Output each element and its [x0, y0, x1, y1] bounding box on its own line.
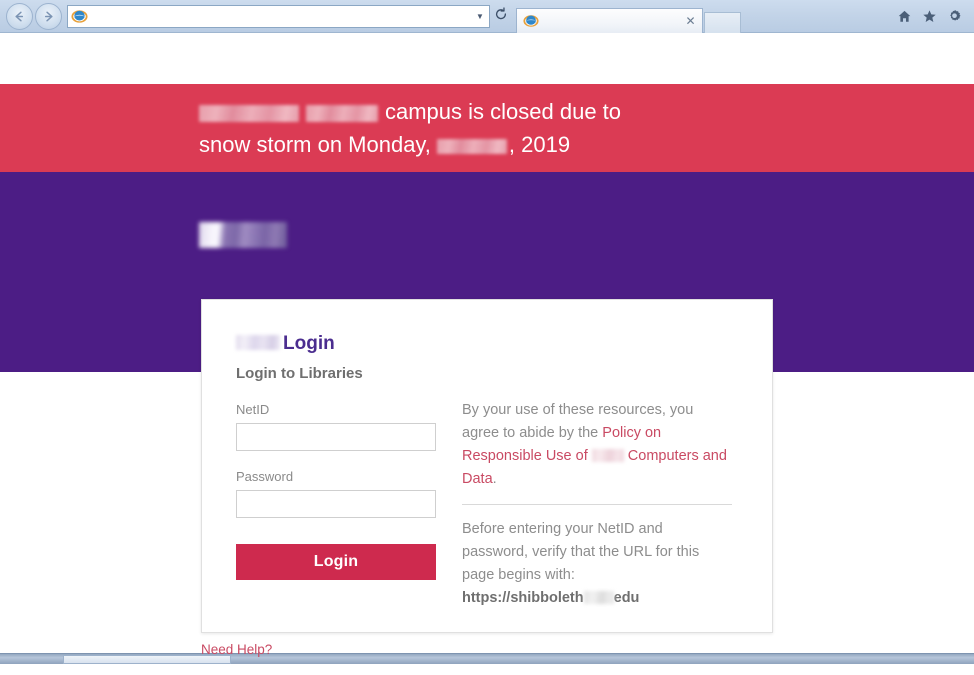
info-panel: By your use of these resources, you agre… [436, 300, 772, 632]
tab-strip: ✕ [516, 0, 741, 34]
login-heading: Login [236, 333, 436, 355]
alert-year: , 2019 [508, 132, 571, 157]
close-icon[interactable]: ✕ [683, 14, 698, 29]
url-prefix: https://shibboleth [462, 590, 584, 606]
login-form-column: Login Login to Libraries NetID Password … [202, 300, 436, 632]
windows-taskbar [0, 653, 974, 664]
alert-message: campus is closed due to snow storm on Mo… [199, 95, 621, 161]
shibboleth-url: https://shibboleth edu [462, 590, 639, 606]
internet-explorer-icon [68, 6, 90, 27]
browser-chrome: ▼ ✕ [0, 0, 974, 34]
refresh-button[interactable] [490, 3, 512, 30]
home-icon[interactable] [897, 9, 912, 24]
internet-explorer-icon [521, 11, 541, 31]
password-label: Password [236, 469, 294, 484]
redacted-org-name [591, 448, 624, 462]
verify-url-paragraph: Before entering your NetID and password,… [462, 518, 732, 610]
info-divider [462, 504, 732, 505]
page-content: campus is closed due to snow storm on Mo… [0, 33, 974, 664]
navigation-buttons [0, 2, 62, 30]
browser-tab[interactable]: ✕ [516, 7, 703, 34]
alert-banner: campus is closed due to snow storm on Mo… [0, 84, 974, 209]
forward-button[interactable] [35, 2, 62, 30]
netid-input[interactable] [236, 423, 436, 451]
refresh-icon [494, 7, 508, 25]
login-card: Login Login to Libraries NetID Password … [201, 299, 773, 633]
back-arrow-icon [12, 9, 27, 24]
redacted-domain [583, 590, 614, 604]
alert-text-line1: campus is closed due to [385, 99, 622, 124]
star-icon[interactable] [922, 9, 937, 24]
address-bar[interactable]: ▼ [67, 4, 490, 28]
forward-arrow-icon [41, 9, 56, 24]
url-suffix: edu [613, 590, 640, 606]
login-subheading: Login to Libraries [236, 365, 363, 382]
policy-period: . [492, 471, 497, 487]
redacted-org-name [236, 335, 280, 351]
redacted-date [436, 138, 507, 154]
login-submit-button[interactable]: Login [236, 544, 436, 580]
page-top-spacer [0, 33, 974, 84]
address-input[interactable] [90, 6, 471, 26]
verify-url-text: Before entering your NetID and password,… [462, 521, 700, 583]
need-help-link[interactable]: Need Help? [201, 642, 272, 657]
chevron-down-icon[interactable]: ▼ [471, 6, 489, 27]
login-heading-text: Login [283, 333, 335, 354]
redacted-campus-name [199, 104, 299, 122]
redacted-campus-name-2 [306, 104, 378, 122]
alert-text-line2: snow storm on Monday, [199, 132, 431, 157]
new-tab-button[interactable] [704, 11, 741, 34]
policy-paragraph: By your use of these resources, you agre… [462, 399, 732, 491]
site-logo[interactable] [199, 222, 287, 248]
gear-icon[interactable] [947, 9, 962, 24]
password-input[interactable] [236, 490, 436, 518]
netid-label: NetID [236, 402, 270, 417]
back-button[interactable] [6, 2, 33, 30]
chrome-toolbar [897, 9, 974, 24]
